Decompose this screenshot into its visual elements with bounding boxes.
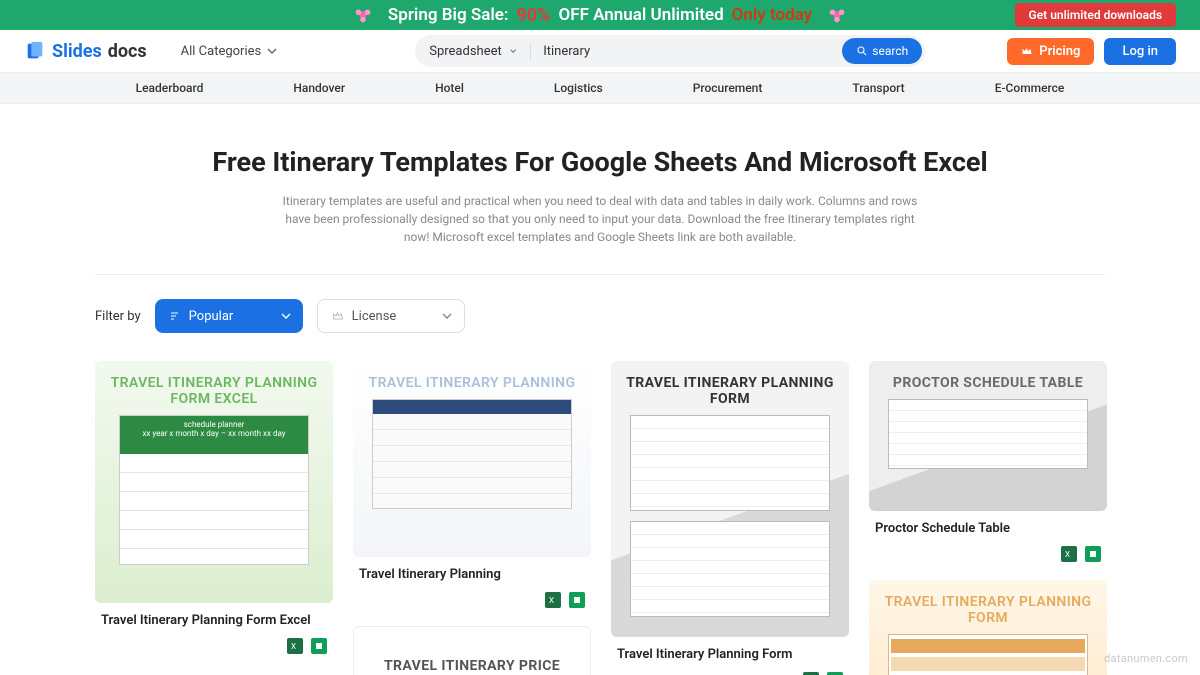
card-title: Proctor Schedule Table [869, 511, 1107, 540]
thumb-title: TRAVEL ITINERARY PLANNING FORM [611, 361, 849, 415]
svg-text:X: X [291, 642, 296, 651]
excel-icon[interactable]: X [287, 638, 303, 654]
sheets-icon[interactable] [311, 638, 327, 654]
promo-banner: Spring Big Sale: 90% OFF Annual Unlimite… [0, 0, 1200, 30]
template-thumb: TRAVEL ITINERARY PLANNING [353, 361, 591, 557]
subnav-link[interactable]: Hotel [435, 81, 464, 95]
filter-license-dropdown[interactable]: License [317, 299, 465, 333]
filter-label: Filter by [95, 309, 141, 324]
grid-col: TRAVEL ITINERARY PLANNING FORM EXCEL sch… [95, 361, 333, 654]
promo-middle: OFF Annual Unlimited [559, 5, 724, 25]
promo-percent: 90% [517, 5, 551, 26]
page-title: Free Itinerary Templates For Google Shee… [20, 146, 1180, 178]
excel-icon[interactable]: X [1061, 546, 1077, 562]
card-title: Travel Itinerary Planning Form [611, 637, 849, 666]
svg-text:X: X [549, 596, 554, 605]
card-icons: X [353, 586, 591, 608]
card-icons: X [869, 540, 1107, 562]
search-bar: Spreadsheet search [415, 35, 925, 67]
promo-suffix: Only today [732, 5, 812, 25]
sort-icon [169, 310, 181, 322]
flower-icon [352, 4, 374, 26]
sheet-preview: schedule plannerxx year x month x day – … [119, 415, 309, 565]
card-title: Travel Itinerary Planning Form Excel [95, 603, 333, 632]
flower-icon [826, 4, 848, 26]
card-icons: X [95, 632, 333, 654]
sheet-preview [372, 399, 572, 509]
login-button[interactable]: Log in [1104, 38, 1176, 65]
template-thumb: TRAVEL ITINERARY PLANNING FORM [611, 361, 849, 637]
promo-prefix: Spring Big Sale: [388, 5, 509, 25]
subnav-link[interactable]: Transport [852, 81, 904, 95]
search-icon [856, 45, 868, 57]
subnav-link[interactable]: Logistics [554, 81, 603, 95]
subnav: Leaderboard Handover Hotel Logistics Pro… [0, 72, 1200, 104]
filter-popular-dropdown[interactable]: Popular [155, 299, 303, 333]
header: Slides docs All Categories Spreadsheet se… [0, 30, 1200, 72]
search-input[interactable] [531, 44, 842, 59]
sheet-preview [630, 521, 830, 617]
logo-icon [24, 40, 46, 62]
grid-col: PROCTOR SCHEDULE TABLE Proctor Schedule … [869, 361, 1107, 675]
subnav-link[interactable]: Handover [293, 81, 345, 95]
thumb-title: PROCTOR SCHEDULE TABLE [883, 361, 1093, 399]
template-card[interactable]: PROCTOR SCHEDULE TABLE Proctor Schedule … [869, 361, 1107, 562]
search-button-label: search [872, 44, 908, 58]
filter-license-label: License [352, 309, 397, 324]
template-card[interactable]: TRAVEL ITINERARY PRICE LIST [353, 626, 591, 675]
promo-text: Spring Big Sale: 90% OFF Annual Unlimite… [388, 5, 812, 26]
card-icons: X [611, 666, 849, 675]
sheet-preview [888, 634, 1088, 675]
grid-col: TRAVEL ITINERARY PLANNING Travel Itinera… [353, 361, 591, 675]
crown-outline-icon [332, 310, 344, 322]
card-title: Travel Itinerary Planning [353, 557, 591, 586]
page-intro: Free Itinerary Templates For Google Shee… [0, 104, 1200, 274]
search-type-dropdown[interactable]: Spreadsheet [415, 44, 530, 59]
search-button[interactable]: search [842, 38, 922, 64]
search-type-label: Spreadsheet [429, 44, 502, 59]
template-thumb: PROCTOR SCHEDULE TABLE [869, 361, 1107, 511]
chevron-down-icon [510, 46, 516, 56]
logo-text-a: Slides [52, 41, 102, 62]
template-thumb: TRAVEL ITINERARY PLANNING FORM EXCEL sch… [95, 361, 333, 603]
template-card[interactable]: TRAVEL ITINERARY PLANNING Travel Itinera… [353, 361, 591, 608]
header-actions: Pricing Log in [1007, 38, 1176, 65]
sheets-icon[interactable] [569, 592, 585, 608]
sheet-preview [888, 399, 1088, 469]
logo-text-b: docs [108, 41, 147, 62]
svg-text:X: X [1065, 550, 1070, 559]
page: Spring Big Sale: 90% OFF Annual Unlimite… [0, 0, 1200, 675]
chevron-down-icon [267, 46, 277, 56]
promo-cta-button[interactable]: Get unlimited downloads [1015, 3, 1176, 27]
sheets-icon[interactable] [1085, 546, 1101, 562]
categories-label: All Categories [181, 44, 262, 59]
thumb-title: TRAVEL ITINERARY PLANNING FORM EXCEL [95, 361, 333, 415]
filter-popular-label: Popular [189, 309, 234, 324]
template-thumb: TRAVEL ITINERARY PLANNING FORM [869, 580, 1107, 675]
template-card[interactable]: TRAVEL ITINERARY PLANNING FORM [869, 580, 1107, 675]
categories-dropdown[interactable]: All Categories [181, 44, 278, 59]
chevron-down-icon [281, 311, 291, 321]
thumb-title: TRAVEL ITINERARY PLANNING [359, 361, 586, 399]
subnav-link[interactable]: Procurement [693, 81, 763, 95]
sheet-preview [630, 415, 830, 511]
template-grid: TRAVEL ITINERARY PLANNING FORM EXCEL sch… [95, 361, 1105, 675]
filter-row: Filter by Popular License [95, 274, 1105, 351]
grid-col: TRAVEL ITINERARY PLANNING FORM Travel It… [611, 361, 849, 675]
logo[interactable]: Slides docs [24, 40, 147, 62]
template-card[interactable]: TRAVEL ITINERARY PLANNING FORM EXCEL sch… [95, 361, 333, 654]
thumb-title: TRAVEL ITINERARY PRICE LIST [354, 658, 590, 675]
page-description: Itinerary templates are useful and pract… [280, 192, 920, 246]
subnav-link[interactable]: E-Commerce [995, 81, 1065, 95]
pricing-button[interactable]: Pricing [1007, 38, 1094, 65]
template-card[interactable]: TRAVEL ITINERARY PLANNING FORM Travel It… [611, 361, 849, 675]
subnav-link[interactable]: Leaderboard [136, 81, 204, 95]
thumb-title: TRAVEL ITINERARY PLANNING FORM [869, 580, 1107, 634]
crown-icon [1021, 45, 1033, 57]
pricing-label: Pricing [1039, 44, 1080, 59]
template-thumb: TRAVEL ITINERARY PRICE LIST [353, 626, 591, 675]
watermark: datanumen.com [1104, 652, 1188, 665]
chevron-down-icon [442, 311, 452, 321]
excel-icon[interactable]: X [545, 592, 561, 608]
